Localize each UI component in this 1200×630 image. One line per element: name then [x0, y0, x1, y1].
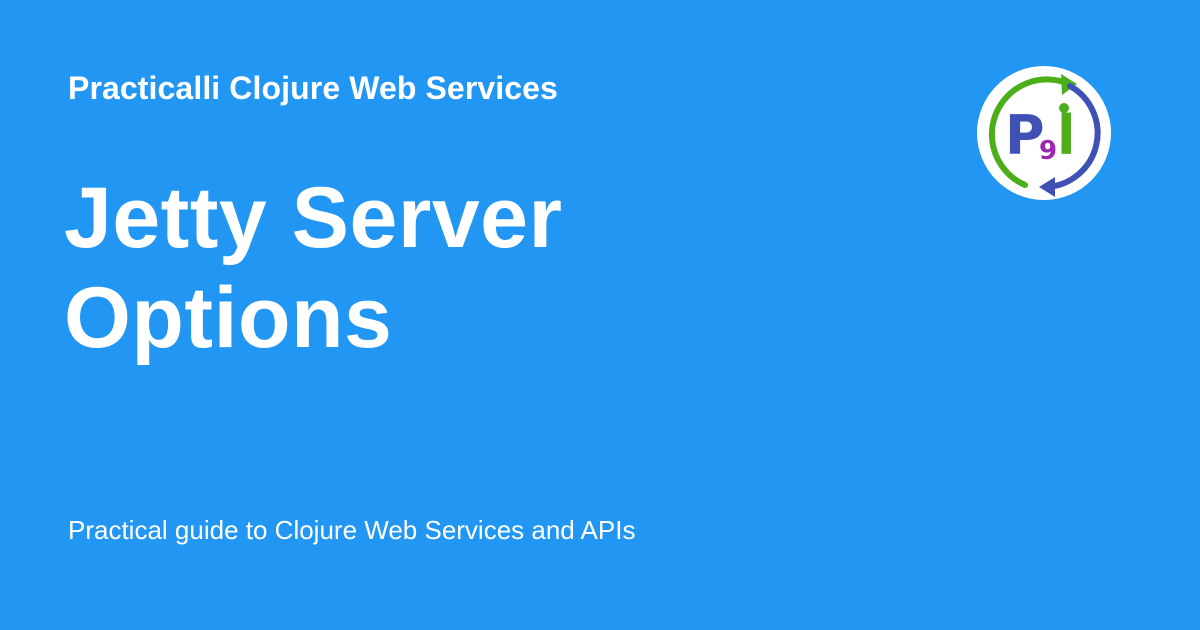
social-card: Practicalli Clojure Web Services Jetty S…: [0, 0, 1200, 630]
page-title: Jetty Server Options: [64, 168, 824, 368]
page-title-line-1: Jetty Server: [64, 170, 563, 266]
page-description: Practical guide to Clojure Web Services …: [68, 515, 636, 545]
logo-letter-9: 9: [1039, 136, 1057, 166]
logo-dot: [1059, 103, 1069, 113]
site-name: Practicalli Clojure Web Services: [68, 70, 558, 106]
page-title-line-2: Options: [64, 270, 393, 366]
logo-letter-l: l: [1057, 104, 1076, 167]
practicalli-logo-icon: P 9 l: [975, 64, 1113, 202]
